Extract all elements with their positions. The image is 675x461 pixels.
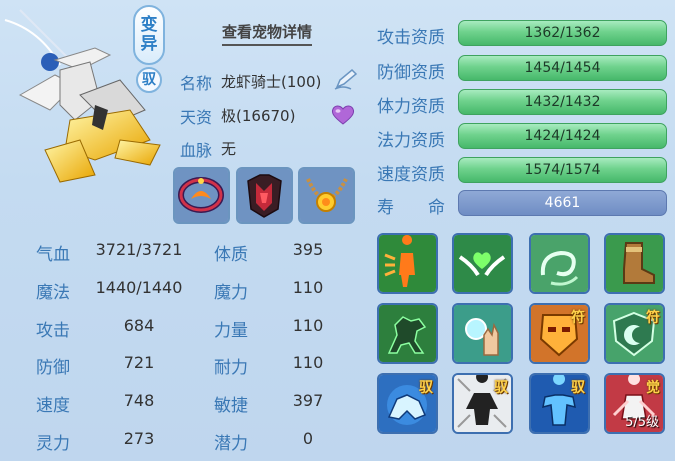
stat-value: 110 bbox=[292, 278, 324, 297]
pet-detail-link[interactable]: 查看宠物详情 bbox=[222, 21, 313, 46]
skill-slot[interactable] bbox=[604, 233, 665, 294]
aptitude-stat-bar: 1574/1574 bbox=[458, 157, 667, 183]
stat-label: 体质 bbox=[214, 245, 248, 265]
stat-value: 721 bbox=[123, 353, 155, 372]
skill-level-text: 5/5级 bbox=[625, 415, 659, 430]
stat-label: 潜力 bbox=[214, 434, 248, 454]
sun-necklace-icon bbox=[300, 169, 353, 222]
skill-slot[interactable] bbox=[377, 233, 438, 294]
life-value-bar: 4661 bbox=[458, 190, 667, 216]
skill-tag-badge: 符 bbox=[571, 310, 585, 326]
ride-badge: 驭 bbox=[136, 67, 162, 93]
aptitude-stat-bar: 1424/1424 bbox=[458, 123, 667, 149]
red-armor-icon bbox=[238, 169, 291, 222]
aptitude-stat-label: 体力资质 bbox=[377, 97, 445, 117]
equip-slot-3[interactable] bbox=[298, 167, 355, 224]
strike-figure-icon bbox=[379, 235, 436, 292]
stat-value: 0 bbox=[302, 429, 314, 448]
skill-slot[interactable]: 驭 bbox=[529, 373, 590, 434]
stat-label: 气血 bbox=[36, 245, 70, 265]
winged-heart-icon bbox=[454, 235, 511, 292]
life-label: 寿命 bbox=[377, 193, 445, 218]
variant-badge: 变 异 bbox=[133, 5, 165, 65]
bloodline-label: 血脉 bbox=[180, 141, 213, 160]
stat-label: 耐力 bbox=[214, 358, 248, 378]
equip-slot-2[interactable] bbox=[236, 167, 293, 224]
stat-label: 灵力 bbox=[36, 434, 70, 454]
skill-tag-badge: 驭 bbox=[571, 380, 585, 396]
stat-value: 110 bbox=[292, 353, 324, 372]
aptitude-stat-bar: 1432/1432 bbox=[458, 89, 667, 115]
skill-slot[interactable] bbox=[377, 303, 438, 364]
stat-label: 魔法 bbox=[36, 283, 70, 303]
aptitude-value: 极(16670) bbox=[221, 107, 296, 125]
boot-icon bbox=[606, 235, 663, 292]
aptitude-stat-label: 防御资质 bbox=[377, 63, 445, 83]
life-label-a: 寿 bbox=[377, 198, 394, 218]
skill-tag-badge: 符 bbox=[646, 310, 660, 326]
stat-value: 3721/3721 bbox=[95, 240, 183, 259]
aptitude-stat-bar: 1362/1362 bbox=[458, 20, 667, 46]
equip-slot-1[interactable] bbox=[173, 167, 230, 224]
skill-tag-badge: 驭 bbox=[419, 380, 433, 396]
flame-ring-icon bbox=[175, 169, 228, 222]
skill-slot[interactable]: 驭 bbox=[377, 373, 438, 434]
stat-label: 攻击 bbox=[36, 321, 70, 341]
skill-tag-badge: 觉 bbox=[646, 380, 660, 396]
aptitude-label: 天资 bbox=[180, 108, 213, 127]
stat-label: 魔力 bbox=[214, 283, 248, 303]
stat-label: 速度 bbox=[36, 396, 70, 416]
variant-badge-char-1: 变 bbox=[140, 15, 158, 35]
variant-badge-char-2: 异 bbox=[140, 34, 158, 54]
skill-slot[interactable] bbox=[529, 233, 590, 294]
green-swirl-icon bbox=[531, 235, 588, 292]
aptitude-stat-label: 攻击资质 bbox=[377, 28, 445, 48]
skill-slot[interactable]: 符 bbox=[604, 303, 665, 364]
aptitude-stat-label: 法力资质 bbox=[377, 131, 445, 151]
aptitude-stat-label: 速度资质 bbox=[377, 165, 445, 185]
stat-value: 748 bbox=[123, 391, 155, 410]
skill-slot[interactable]: 觉 5/5级 bbox=[604, 373, 665, 434]
aptitude-stat-bar: 1454/1454 bbox=[458, 55, 667, 81]
skill-tag-badge: 驭 bbox=[494, 380, 508, 396]
skill-slot[interactable] bbox=[452, 303, 513, 364]
palm-orb-icon bbox=[454, 305, 511, 362]
stat-label: 防御 bbox=[36, 358, 70, 378]
stat-value: 397 bbox=[292, 391, 324, 410]
stat-value: 684 bbox=[123, 316, 155, 335]
skill-slot[interactable] bbox=[452, 233, 513, 294]
skill-slot[interactable]: 驭 bbox=[452, 373, 513, 434]
stat-value: 1440/1440 bbox=[95, 278, 183, 297]
stat-label: 敏捷 bbox=[214, 396, 248, 416]
horse-icon bbox=[379, 305, 436, 362]
life-label-b: 命 bbox=[428, 198, 445, 218]
stat-label: 力量 bbox=[214, 321, 248, 341]
skill-slot[interactable]: 符 bbox=[529, 303, 590, 364]
name-value: 龙虾骑士(100) bbox=[221, 73, 322, 91]
stat-value: 110 bbox=[292, 316, 324, 335]
heart-icon[interactable] bbox=[330, 104, 356, 126]
edit-name-icon[interactable] bbox=[333, 67, 359, 91]
bloodline-value: 无 bbox=[221, 140, 237, 158]
stat-value: 395 bbox=[292, 240, 324, 259]
stat-value: 273 bbox=[123, 429, 155, 448]
name-label: 名称 bbox=[180, 74, 213, 93]
